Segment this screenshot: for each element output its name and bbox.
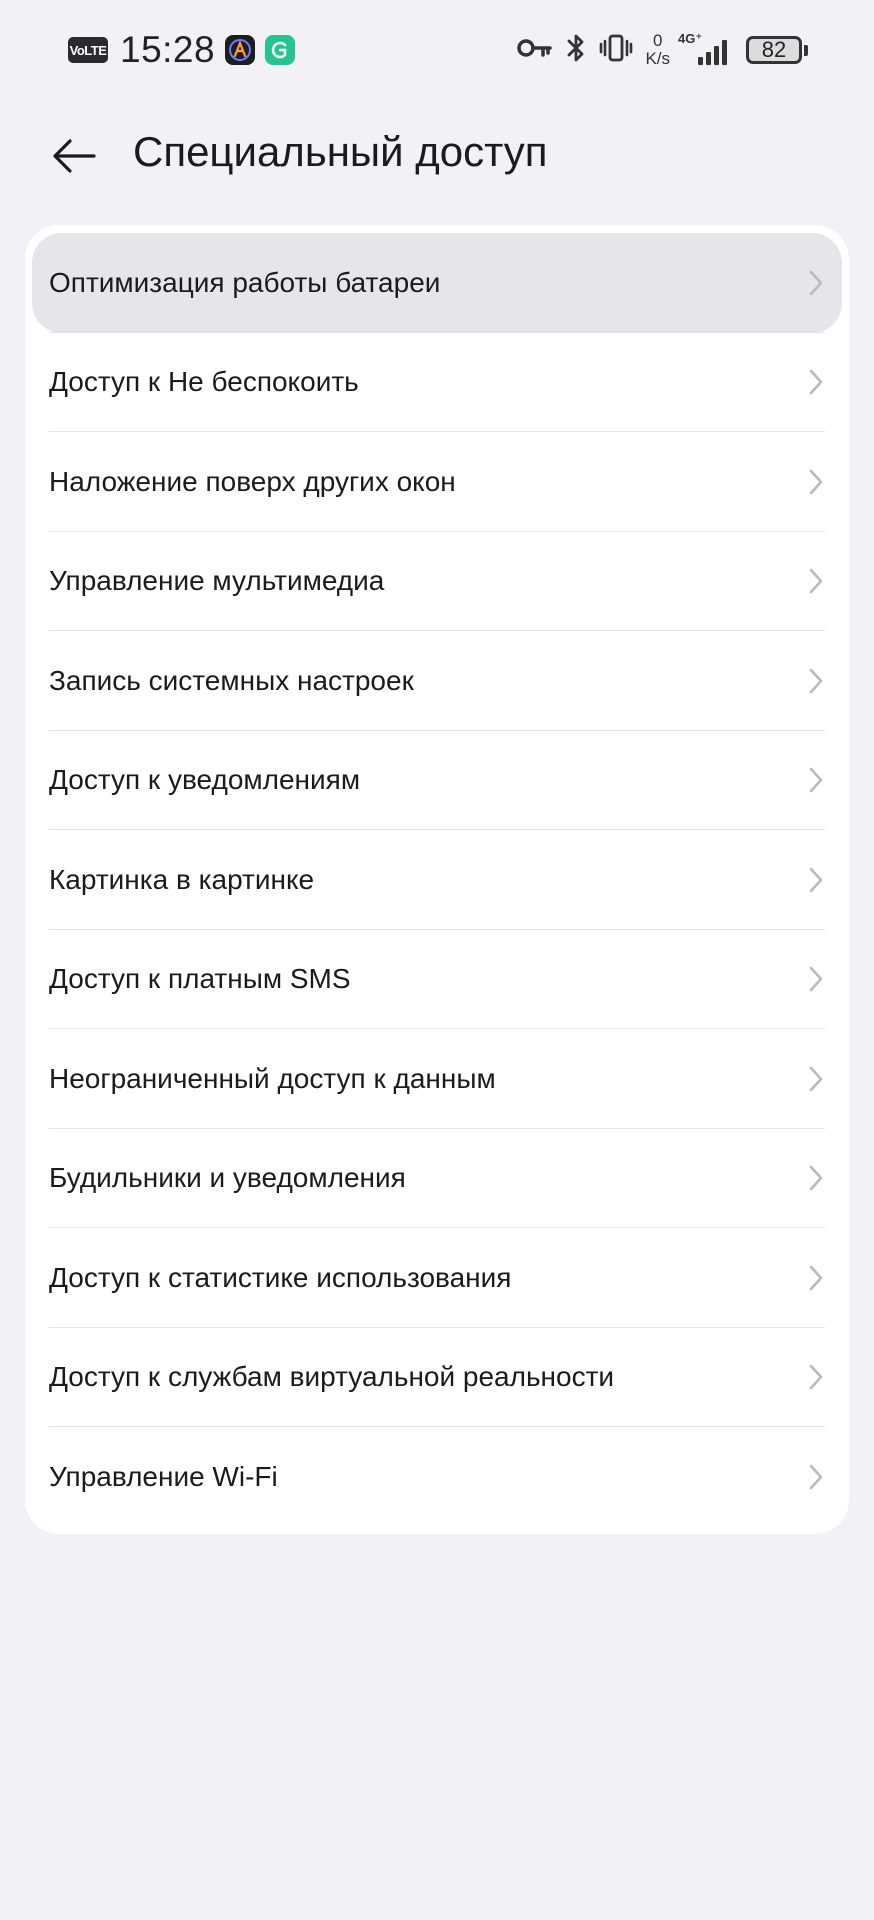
chevron-right-icon: [809, 1165, 823, 1191]
list-item-label: Наложение поверх других окон: [49, 465, 456, 497]
arrow-left-icon: [53, 139, 96, 173]
signal-icon: 4G⁺: [678, 31, 734, 65]
list-item-label: Доступ к службам виртуальной реальности: [49, 1361, 615, 1393]
list-item[interactable]: Доступ к статистике использования: [25, 1228, 849, 1328]
clock: 15:28: [120, 29, 216, 70]
status-bar-left: VoLTE 15:28: [68, 26, 296, 74]
list-item[interactable]: Управление мультимедиа: [25, 532, 849, 631]
volte-icon: VoLTE: [68, 37, 108, 63]
list-item-label: Управление Wi-Fi: [49, 1460, 278, 1492]
chevron-right-icon: [809, 767, 823, 793]
chevron-right-icon: [809, 568, 823, 594]
green-app-icon: [265, 35, 296, 65]
list-item[interactable]: Будильники и уведомления: [25, 1129, 849, 1228]
chevron-right-icon: [809, 369, 823, 395]
list-item-label: Неограниченный доступ к данным: [49, 1062, 496, 1094]
list-item-label: Доступ к уведомлениям: [49, 764, 361, 796]
list-item-label: Будильники и уведомления: [49, 1162, 406, 1194]
list-item-label: Запись системных настроек: [49, 664, 414, 696]
list-item-label: Доступ к платным SMS: [49, 963, 351, 995]
status-bar-right: 0 K/s 4G⁺ 82: [517, 26, 808, 74]
list-item[interactable]: Управление Wi-Fi: [25, 1427, 849, 1527]
chevron-right-icon: [809, 1066, 823, 1092]
list-item[interactable]: Доступ к Не беспокоить: [25, 333, 849, 432]
list-item[interactable]: Доступ к платным SMS: [25, 930, 849, 1029]
key-icon: [517, 36, 553, 65]
list-item-label: Картинка в картинке: [49, 863, 315, 895]
net-speed: 0 K/s: [645, 31, 670, 68]
chevron-right-icon: [809, 966, 823, 992]
list-item-label: Доступ к Не беспокоить: [49, 366, 359, 398]
list-item[interactable]: Оптимизация работы батареи: [25, 233, 849, 333]
bluetooth-icon: [565, 32, 587, 69]
list-item[interactable]: Неограниченный доступ к данным: [25, 1029, 849, 1129]
list-item-label: Доступ к статистике использования: [49, 1261, 512, 1293]
list-item[interactable]: Доступ к службам виртуальной реальности: [25, 1328, 849, 1427]
chevron-right-icon: [809, 668, 823, 694]
settings-card: Оптимизация работы батареи Доступ к Не бе…: [25, 225, 849, 1534]
list-item-label: Оптимизация работы батареи: [49, 266, 441, 298]
settings-list: Оптимизация работы батареи Доступ к Не бе…: [25, 233, 849, 1527]
chevron-right-icon: [809, 867, 823, 893]
chevron-right-icon: [809, 1364, 823, 1390]
chevron-right-icon: [809, 270, 823, 296]
chevron-right-icon: [809, 1265, 823, 1291]
list-item-label: Управление мультимедиа: [49, 565, 385, 597]
status-bar: VoLTE 15:28 0 K/s 4G⁺ 82: [0, 0, 874, 100]
vpn-app-icon: [225, 35, 256, 65]
page-title: Специальный доступ: [133, 128, 548, 175]
vibrate-icon: [599, 33, 633, 68]
list-item[interactable]: Запись системных настроек: [25, 631, 849, 731]
list-item[interactable]: Наложение поверх других окон: [25, 432, 849, 532]
list-item[interactable]: Картинка в картинке: [25, 830, 849, 930]
list-item[interactable]: Доступ к уведомлениям: [25, 731, 849, 830]
chevron-right-icon: [809, 1464, 823, 1490]
app-header: Специальный доступ: [0, 100, 874, 210]
battery-icon: 82: [746, 36, 808, 64]
chevron-right-icon: [809, 469, 823, 495]
back-button[interactable]: [40, 122, 108, 190]
